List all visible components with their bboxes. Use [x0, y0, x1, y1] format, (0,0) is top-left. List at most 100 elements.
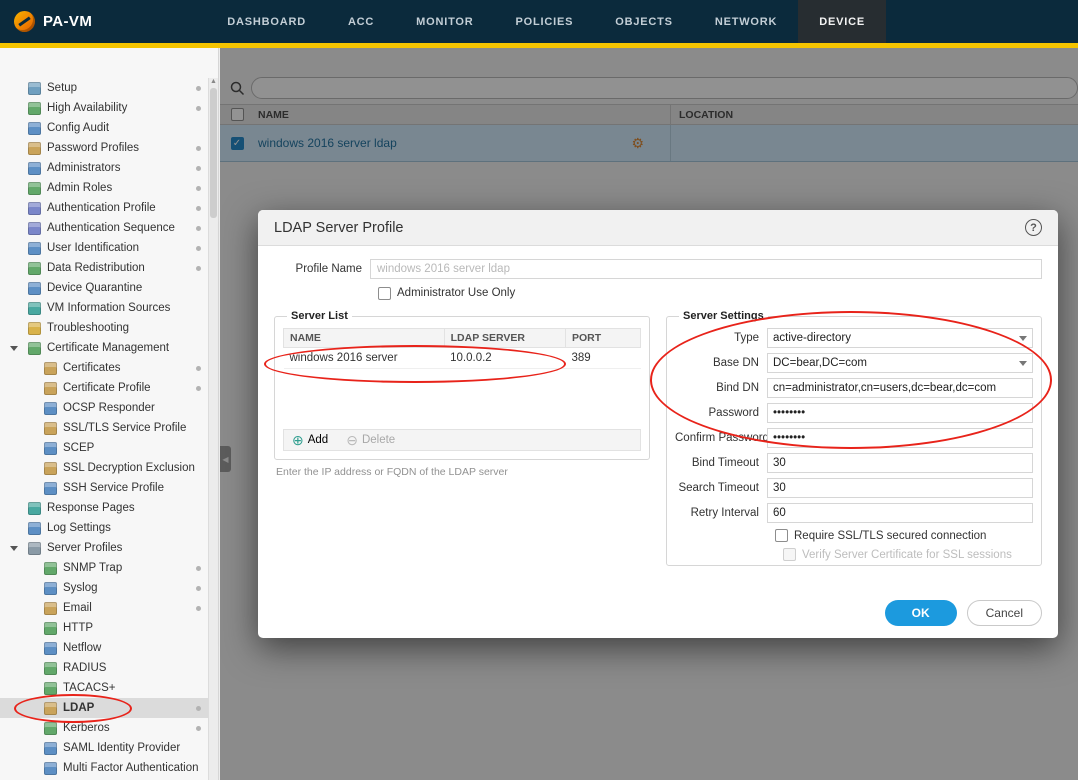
sidebar-item-kerberos[interactable]: Kerberos — [0, 718, 208, 738]
sidebar-item-certificate-profile[interactable]: Certificate Profile — [0, 378, 208, 398]
status-dot — [196, 165, 201, 171]
setup-icon — [28, 81, 41, 95]
sidebar-item-label: SCEP — [63, 442, 95, 454]
nav-tabs: DASHBOARD ACC MONITOR POLICIES OBJECTS NETWOR… — [206, 0, 887, 43]
sidebar-item-vm-information-sources[interactable]: VM Information Sources — [0, 298, 208, 318]
sidebar-item-multi-factor-authentication[interactable]: Multi Factor Authentication — [0, 758, 208, 778]
field-control: DC=bear,DC=com — [767, 353, 1033, 373]
sidebar-item-high-availability[interactable]: High Availability — [0, 98, 208, 118]
server-col-name[interactable]: NAME — [283, 328, 445, 348]
sidebar-item-label: SSH Service Profile — [63, 482, 164, 494]
status-dot — [196, 585, 201, 591]
sidebar-item-troubleshooting[interactable]: Troubleshooting — [0, 318, 208, 338]
sidebar-item-server-profiles[interactable]: Server Profiles — [0, 538, 208, 558]
sidebar-item-label: Certificate Profile — [63, 382, 151, 394]
top-nav: PA-VM DASHBOARD ACC MONITOR POLICIES OBJECTS… — [0, 0, 1078, 43]
verify-cert-checkbox[interactable] — [783, 548, 796, 561]
nav-tab-acc[interactable]: ACC — [327, 0, 395, 43]
troubleshooting-icon — [28, 321, 41, 335]
response-pages-icon — [28, 501, 41, 515]
status-dot — [196, 205, 201, 211]
sidebar-item-certificates[interactable]: Certificates — [0, 358, 208, 378]
sidebar-item-snmp-trap[interactable]: SNMP Trap — [0, 558, 208, 578]
retry-interval-input[interactable] — [767, 503, 1033, 523]
add-icon: ⊕ — [292, 431, 304, 448]
base-dn-select[interactable]: DC=bear,DC=com — [767, 353, 1033, 373]
sidebar-item-saml-identity-provider[interactable]: SAML Identity Provider — [0, 738, 208, 758]
sidebar-item-config-audit[interactable]: Config Audit — [0, 118, 208, 138]
settings-row-base-dn: Base DN DC=bear,DC=com — [675, 353, 1033, 373]
sidebar-item-ssh-service-profile[interactable]: SSH Service Profile — [0, 478, 208, 498]
search-timeout-input[interactable] — [767, 478, 1033, 498]
help-icon[interactable]: ? — [1025, 219, 1042, 236]
sidebar-item-administrators[interactable]: Administrators — [0, 158, 208, 178]
ok-button[interactable]: OK — [884, 600, 957, 626]
brand: PA-VM — [0, 0, 106, 43]
nav-tab-objects[interactable]: OBJECTS — [594, 0, 694, 43]
sidebar-item-ssl-decryption-exclusion[interactable]: SSL Decryption Exclusion — [0, 458, 208, 478]
field-label: Base DN — [712, 357, 759, 369]
field-label: Retry Interval — [690, 507, 759, 519]
sidebar-item-admin-roles[interactable]: Admin Roles — [0, 178, 208, 198]
sidebar-item-data-redistribution[interactable]: Data Redistribution — [0, 258, 208, 278]
sidebar-item-user-identification[interactable]: User Identification — [0, 238, 208, 258]
nav-tab-device[interactable]: DEVICE — [798, 0, 887, 43]
sidebar-item-tacacs[interactable]: TACACS+ — [0, 678, 208, 698]
server-list-row[interactable]: windows 2016 server 10.0.0.2 389 — [283, 347, 641, 369]
sidebar-item-http[interactable]: HTTP — [0, 618, 208, 638]
bind-timeout-input[interactable] — [767, 453, 1033, 473]
status-dot — [196, 385, 201, 391]
sidebar-item-label: Troubleshooting — [47, 322, 130, 334]
password-input[interactable] — [767, 403, 1033, 423]
dialog-footer: OK Cancel — [884, 600, 1042, 626]
sidebar-item-authentication-profile[interactable]: Authentication Profile — [0, 198, 208, 218]
admin-use-only-checkbox[interactable] — [378, 286, 391, 300]
sidebar-item-ldap[interactable]: LDAP — [0, 698, 208, 718]
sidebar-item-label: Server Profiles — [47, 542, 123, 554]
server-settings-fieldset: Server Settings Type active-directory Base… — [666, 310, 1042, 566]
sidebar-item-device-quarantine[interactable]: Device Quarantine — [0, 278, 208, 298]
confirm-password-input[interactable] — [767, 428, 1033, 448]
status-dot — [196, 85, 201, 91]
chevron-down-icon[interactable] — [10, 545, 18, 551]
sidebar-item-scep[interactable]: SCEP — [0, 438, 208, 458]
type-select[interactable]: active-directory — [767, 328, 1033, 348]
nav-tab-network[interactable]: NETWORK — [694, 0, 798, 43]
cancel-button[interactable]: Cancel — [966, 600, 1042, 626]
nav-tab-dashboard[interactable]: DASHBOARD — [206, 0, 327, 43]
sidebar-item-setup[interactable]: Setup — [0, 78, 208, 98]
bind-dn-input[interactable] — [767, 378, 1033, 398]
admin-use-only-row: Administrator Use Only — [378, 284, 1042, 302]
sidebar-item-ocsp-responder[interactable]: OCSP Responder — [0, 398, 208, 418]
delete-server-button[interactable]: ⊖ Delete — [346, 432, 395, 449]
sidebar-item-password-profiles[interactable]: Password Profiles — [0, 138, 208, 158]
settings-row-bind-timeout: Bind Timeout — [675, 453, 1033, 473]
sidebar-item-ssl-tls-service-profile[interactable]: SSL/TLS Service Profile — [0, 418, 208, 438]
scrollbar-thumb[interactable] — [210, 88, 217, 218]
profile-name-input[interactable] — [370, 259, 1042, 279]
require-ssl-checkbox[interactable] — [775, 529, 788, 542]
nav-tab-monitor[interactable]: MONITOR — [395, 0, 494, 43]
server-col-port[interactable]: PORT — [565, 328, 641, 348]
sidebar-item-netflow[interactable]: Netflow — [0, 638, 208, 658]
profile-name-row: Profile Name — [274, 258, 1042, 280]
sidebar-item-email[interactable]: Email — [0, 598, 208, 618]
chevron-down-icon[interactable] — [10, 345, 18, 351]
require-ssl-label: Require SSL/TLS secured connection — [794, 529, 987, 542]
sidebar-item-log-settings[interactable]: Log Settings — [0, 518, 208, 538]
server-list-table: NAME LDAP SERVER PORT windows 2016 serve… — [283, 328, 641, 369]
sidebar-scrollbar[interactable]: ▲ — [208, 78, 218, 780]
brand-text: PA-VM — [43, 13, 93, 30]
sidebar-item-label: SSL/TLS Service Profile — [63, 422, 187, 434]
sidebar-item-authentication-sequence[interactable]: Authentication Sequence — [0, 218, 208, 238]
nav-tab-policies[interactable]: POLICIES — [495, 0, 595, 43]
sidebar-item-certificate-management[interactable]: Certificate Management — [0, 338, 208, 358]
sidebar-item-radius[interactable]: RADIUS — [0, 658, 208, 678]
server-col-ldap-server[interactable]: LDAP SERVER — [443, 328, 567, 348]
verify-cert-row: Verify Server Certificate for SSL sessio… — [783, 548, 1033, 561]
server-list-legend: Server List — [291, 310, 348, 322]
sidebar-item-syslog[interactable]: Syslog — [0, 578, 208, 598]
add-server-button[interactable]: ⊕ Add — [292, 432, 328, 449]
sidebar-item-response-pages[interactable]: Response Pages — [0, 498, 208, 518]
settings-row-confirm-password: Confirm Password — [675, 428, 1033, 448]
